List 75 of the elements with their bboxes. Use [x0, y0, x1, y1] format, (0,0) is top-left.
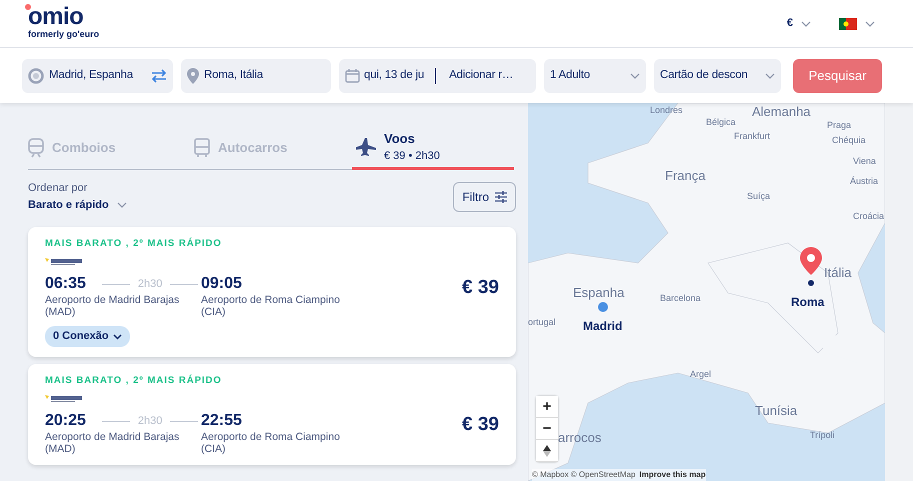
- sliders-icon: [495, 190, 507, 202]
- plane-icon: [356, 138, 376, 156]
- airport-name: Aeroporto de Roma Ciampino (CIA): [201, 294, 341, 318]
- map-label: Argel: [690, 368, 712, 381]
- calendar-icon: [345, 69, 360, 83]
- airline-logo: [45, 394, 83, 403]
- chevron-icon: [801, 20, 811, 26]
- logo-subtitle: formerly go'euro: [28, 28, 100, 41]
- result-card[interactable]: MAIS BARATO , 2º MAIS RÁPIDO 06:35 2h30 09:05 Aeroporto de Madrid Barajas (MAD) Aeroporto de Roma Ciampino (CIA) € 39 0 Conexão: [28, 227, 516, 357]
- departure-time: 06:35: [45, 274, 86, 294]
- map-label: Croácia: [853, 210, 884, 223]
- sort-selector[interactable]: Barato e rápido: [28, 196, 127, 213]
- map-label: França: [665, 167, 706, 185]
- logo[interactable]: omio: [28, 6, 100, 28]
- map-label: Bélgica: [706, 116, 736, 129]
- map-label: arrocos: [558, 429, 602, 447]
- price: € 39: [462, 413, 499, 437]
- chevron-icon: [630, 73, 640, 79]
- map-label: ortugal: [528, 316, 556, 329]
- map-label: Espanha: [573, 284, 624, 302]
- result-tags: MAIS BARATO , 2º MAIS RÁPIDO: [45, 374, 499, 388]
- airport-name: Aeroporto de Madrid Barajas (MAD): [45, 294, 180, 318]
- tab[interactable]: Voos € 39 • 2h30: [352, 126, 514, 170]
- map-label: Viena: [853, 155, 876, 168]
- city-label: Roma: [791, 294, 824, 311]
- map-label: Áustria: [850, 175, 878, 188]
- map-label: Suíça: [747, 190, 770, 203]
- location-pin-icon: [800, 247, 822, 275]
- passengers-selector[interactable]: 1 Adulto: [544, 59, 646, 93]
- arrival-time: 09:05: [201, 274, 242, 294]
- date-field[interactable]: qui, 13 de ju: [339, 67, 430, 85]
- map-label: Itália: [824, 264, 852, 282]
- chevron-icon: [765, 73, 775, 79]
- arrival-time: 22:55: [201, 411, 242, 431]
- airline-logo: [45, 257, 83, 266]
- discount-card-selector[interactable]: Cartão de descon: [654, 59, 781, 93]
- map-label: Chéquia: [832, 134, 866, 147]
- currency-selector[interactable]: €: [786, 15, 793, 32]
- airport-name: Aeroporto de Madrid Barajas (MAD): [45, 431, 180, 455]
- map-label: Barcelona: [660, 292, 701, 305]
- map-label: Trípoli: [810, 429, 835, 442]
- duration: 2h30: [138, 414, 162, 429]
- flag-icon: [839, 18, 857, 30]
- map-attribution: © Mapbox © OpenStreetMap: [532, 469, 636, 481]
- chevron-icon: [116, 202, 127, 208]
- zoom-in-button[interactable]: +: [536, 396, 558, 418]
- stops-toggle[interactable]: 0 Conexão: [45, 326, 130, 347]
- city-label: Madrid: [583, 318, 622, 335]
- result-tags: MAIS BARATO , 2º MAIS RÁPIDO: [45, 237, 499, 252]
- swap-icon: [151, 69, 167, 83]
- improve-map-link[interactable]: Improve this map: [639, 469, 706, 481]
- map-label: Alemanha: [752, 103, 811, 121]
- duration: 2h30: [138, 277, 162, 292]
- compass-button[interactable]: [536, 440, 558, 462]
- map-label: Londres: [650, 104, 683, 117]
- circle-icon: [28, 68, 44, 84]
- filter-button[interactable]: Filtro: [453, 182, 516, 212]
- compass-icon: [543, 444, 551, 456]
- return-date-field[interactable]: Adicionar r…: [441, 67, 514, 85]
- train-icon: [28, 138, 44, 158]
- chevron-icon: [112, 334, 122, 340]
- bus-icon: [194, 138, 210, 158]
- chevron-icon: [865, 20, 875, 26]
- departure-time: 20:25: [45, 411, 86, 431]
- location-pin-icon: [187, 68, 199, 84]
- airport-name: Aeroporto de Roma Ciampino (CIA): [201, 431, 341, 455]
- origin-field[interactable]: Madrid, Espanha: [22, 59, 173, 93]
- sort-label: Ordenar por: [28, 181, 88, 196]
- map-label: Tunísia: [755, 402, 798, 420]
- zoom-out-button[interactable]: −: [536, 418, 558, 440]
- destination-field[interactable]: Roma, Itália: [181, 59, 331, 93]
- map-label: Frankfurt: [734, 130, 770, 143]
- price: € 39: [462, 276, 499, 300]
- result-card[interactable]: MAIS BARATO , 2º MAIS RÁPIDO 20:25 2h30 22:55 Aeroporto de Madrid Barajas (MAD) Aeroporto de Roma Ciampino (CIA) € 39: [28, 364, 516, 465]
- map-label: Praga: [827, 119, 852, 132]
